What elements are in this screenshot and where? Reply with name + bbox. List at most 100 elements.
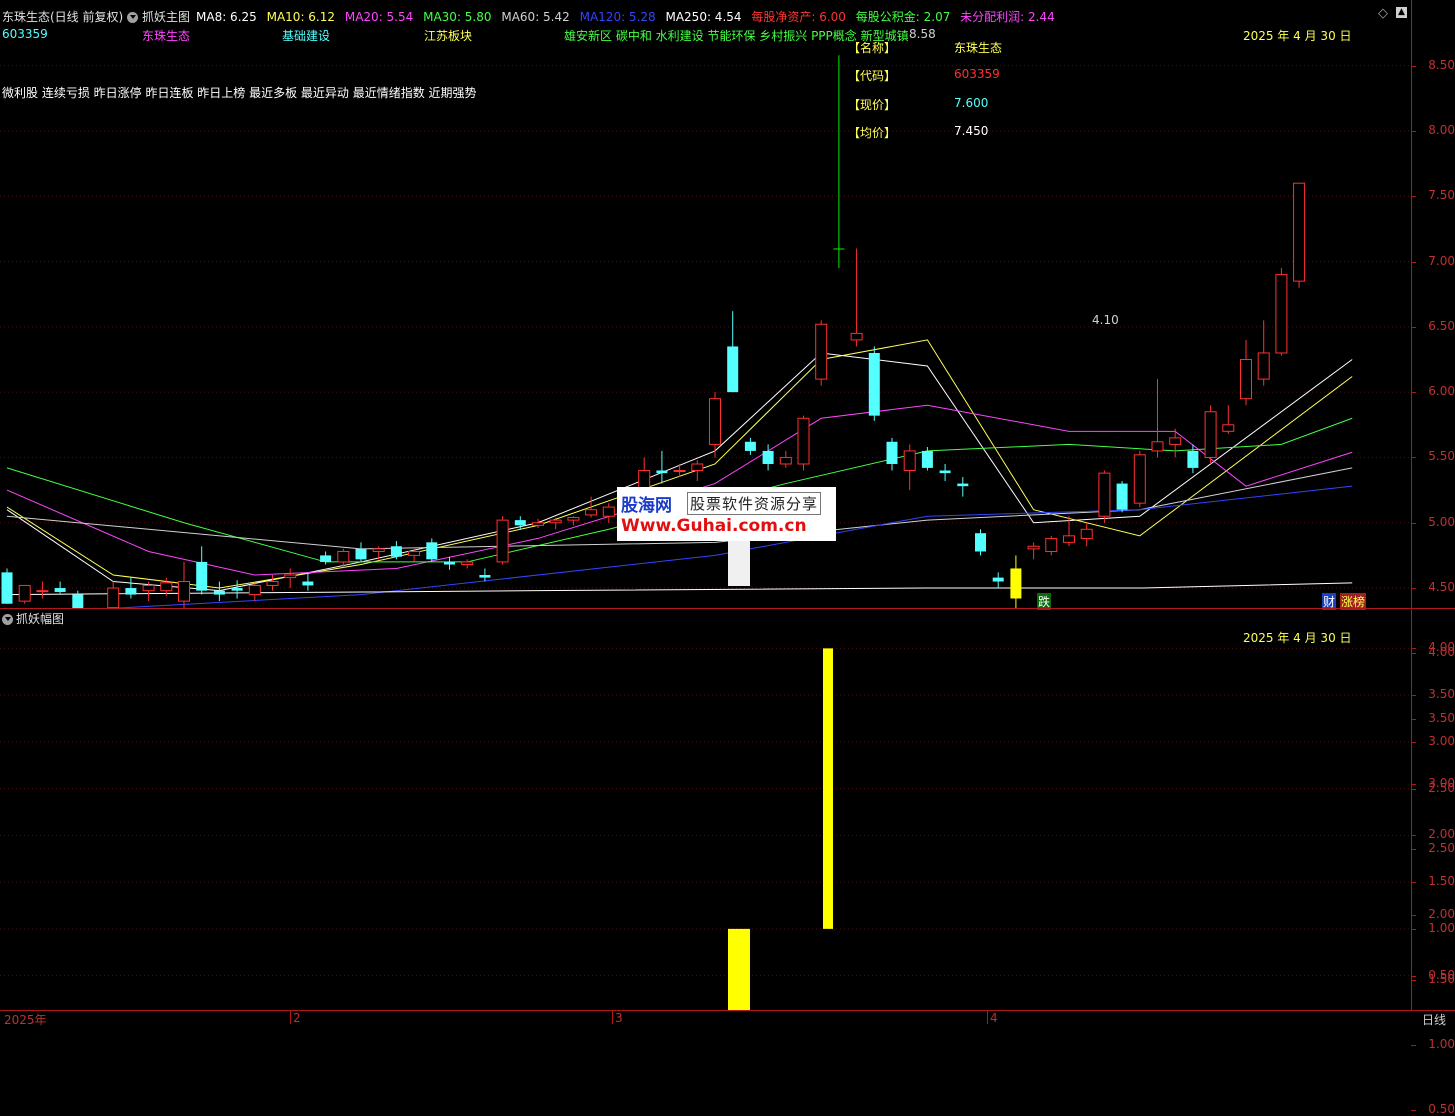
candle-body (1151, 441, 1164, 452)
candle-body (496, 519, 509, 563)
candle-body (266, 581, 279, 586)
up-arrow-icon[interactable]: ▲ (1396, 7, 1407, 18)
ma20-label: MA20: 5.54 (344, 10, 414, 24)
candle-body (779, 456, 792, 465)
y-tick (1411, 130, 1416, 132)
candle-body (727, 346, 739, 393)
y-tick (1411, 65, 1416, 67)
candle-body (1, 572, 13, 604)
candle-body (762, 450, 774, 464)
y-tick (1411, 741, 1416, 743)
candle-body (744, 441, 756, 451)
x-tick (612, 1010, 613, 1024)
candle-body (1116, 483, 1128, 510)
sub-bar (728, 928, 750, 1010)
candle-body (797, 417, 810, 465)
industry-label: 基础建设 (282, 29, 331, 43)
candle-body (461, 561, 474, 566)
low-price-label: 4.10 (1092, 313, 1119, 327)
info-name-value: 东珠生态 (954, 41, 1003, 55)
reserve-label: 每股公积金: 2.07 (855, 10, 951, 24)
y-tick-label: 4.00 (1428, 640, 1455, 655)
candle-body (142, 584, 155, 592)
y-tick (1411, 588, 1416, 590)
y-tick-label: 3.50 (1428, 687, 1455, 702)
candle-body (532, 522, 544, 526)
candle-body (248, 584, 261, 596)
watermark-tag: 股票软件资源分享 (687, 492, 822, 515)
y-tick (1411, 261, 1416, 263)
y-tick (1411, 783, 1416, 785)
candle-body (992, 577, 1004, 582)
candle-body (1063, 535, 1075, 543)
y-tick-label: 8.50 (1428, 57, 1455, 72)
x-label-feb: 2 (293, 1011, 301, 1025)
sub-indicator-title[interactable]: 抓妖幅图 (16, 610, 64, 627)
y-tick (1411, 653, 1416, 655)
info-name-key: 【名称】 (848, 41, 897, 55)
candle-body (337, 550, 350, 563)
candle-body (833, 248, 845, 250)
candle-body (1187, 450, 1199, 468)
candle-body (585, 509, 598, 516)
info-code-value: 603359 (954, 67, 1000, 81)
info-avg-key: 【均价】 (848, 126, 897, 140)
y-tick-label: 1.50 (1428, 874, 1455, 889)
y-tick (1411, 1110, 1416, 1112)
x-tick (290, 1010, 291, 1024)
candle-body (1010, 568, 1022, 599)
candle-body (160, 582, 173, 592)
indicator-name[interactable]: 抓妖主图 (142, 8, 190, 25)
sub-indicator-chart[interactable] (0, 609, 1411, 1010)
sub-bar (823, 648, 833, 929)
region-label: 江苏板块 (424, 29, 473, 43)
candle-body (656, 470, 668, 474)
y-tick (1411, 882, 1416, 884)
candle-body (36, 590, 49, 593)
candle-body (1222, 424, 1235, 432)
candle-body (921, 450, 933, 468)
main-chart-panel[interactable]: 东珠生态(日线 前复权) 抓妖主图 MA8: 6.25 MA10: 6.12 M… (0, 0, 1411, 610)
candle-body (939, 470, 951, 474)
candle-body (1133, 454, 1146, 504)
y-tick-label: 6.00 (1428, 384, 1455, 399)
y-tick (1411, 326, 1416, 328)
info-price-value: 7.600 (954, 96, 989, 110)
candle-body (479, 574, 491, 578)
white-block (728, 541, 750, 586)
y-tick-label: 3.50 (1428, 710, 1455, 725)
candle-body (1204, 411, 1217, 458)
candle-body (549, 519, 562, 524)
y-tick-label: 7.00 (1428, 253, 1455, 268)
y-tick-label: 2.00 (1428, 906, 1455, 921)
candle-body (1275, 274, 1288, 354)
candle-body (868, 352, 880, 416)
indicator-dropdown-icon[interactable] (127, 12, 138, 23)
candle-body (355, 548, 367, 560)
y-tick-label: 5.50 (1428, 449, 1455, 464)
y-tick-label: 0.50 (1428, 1102, 1455, 1116)
candle-body (54, 588, 66, 592)
info-code-key: 【代码】 (848, 69, 897, 83)
candle-body (320, 555, 332, 562)
x-label-mar: 3 (615, 1011, 623, 1025)
candle-body (444, 561, 455, 565)
candle-body (231, 588, 243, 591)
ma-line-ma250 (6, 582, 1353, 596)
diamond-icon[interactable]: ◇ (1378, 6, 1388, 21)
watermark-site: 股海网 (621, 496, 672, 516)
candle-body (1045, 537, 1058, 552)
y-tick-label: 1.00 (1428, 1037, 1455, 1052)
y-tick (1411, 392, 1416, 394)
period-label[interactable]: 日线 (1422, 1011, 1446, 1028)
candle-body (886, 441, 898, 464)
sub-chart-panel[interactable]: 抓妖幅图 2025 年 4 月 30 日 (0, 609, 1411, 1010)
sub-indicator-dropdown-icon[interactable] (2, 614, 13, 625)
y-tick (1411, 196, 1416, 198)
candle-body (372, 548, 385, 552)
candle-body (850, 332, 863, 341)
y-tick-label: 7.50 (1428, 188, 1455, 203)
ma30-label: MA30: 5.80 (423, 10, 492, 24)
stock-name: 东珠生态 (142, 29, 191, 43)
info-price-key: 【现价】 (848, 98, 897, 112)
